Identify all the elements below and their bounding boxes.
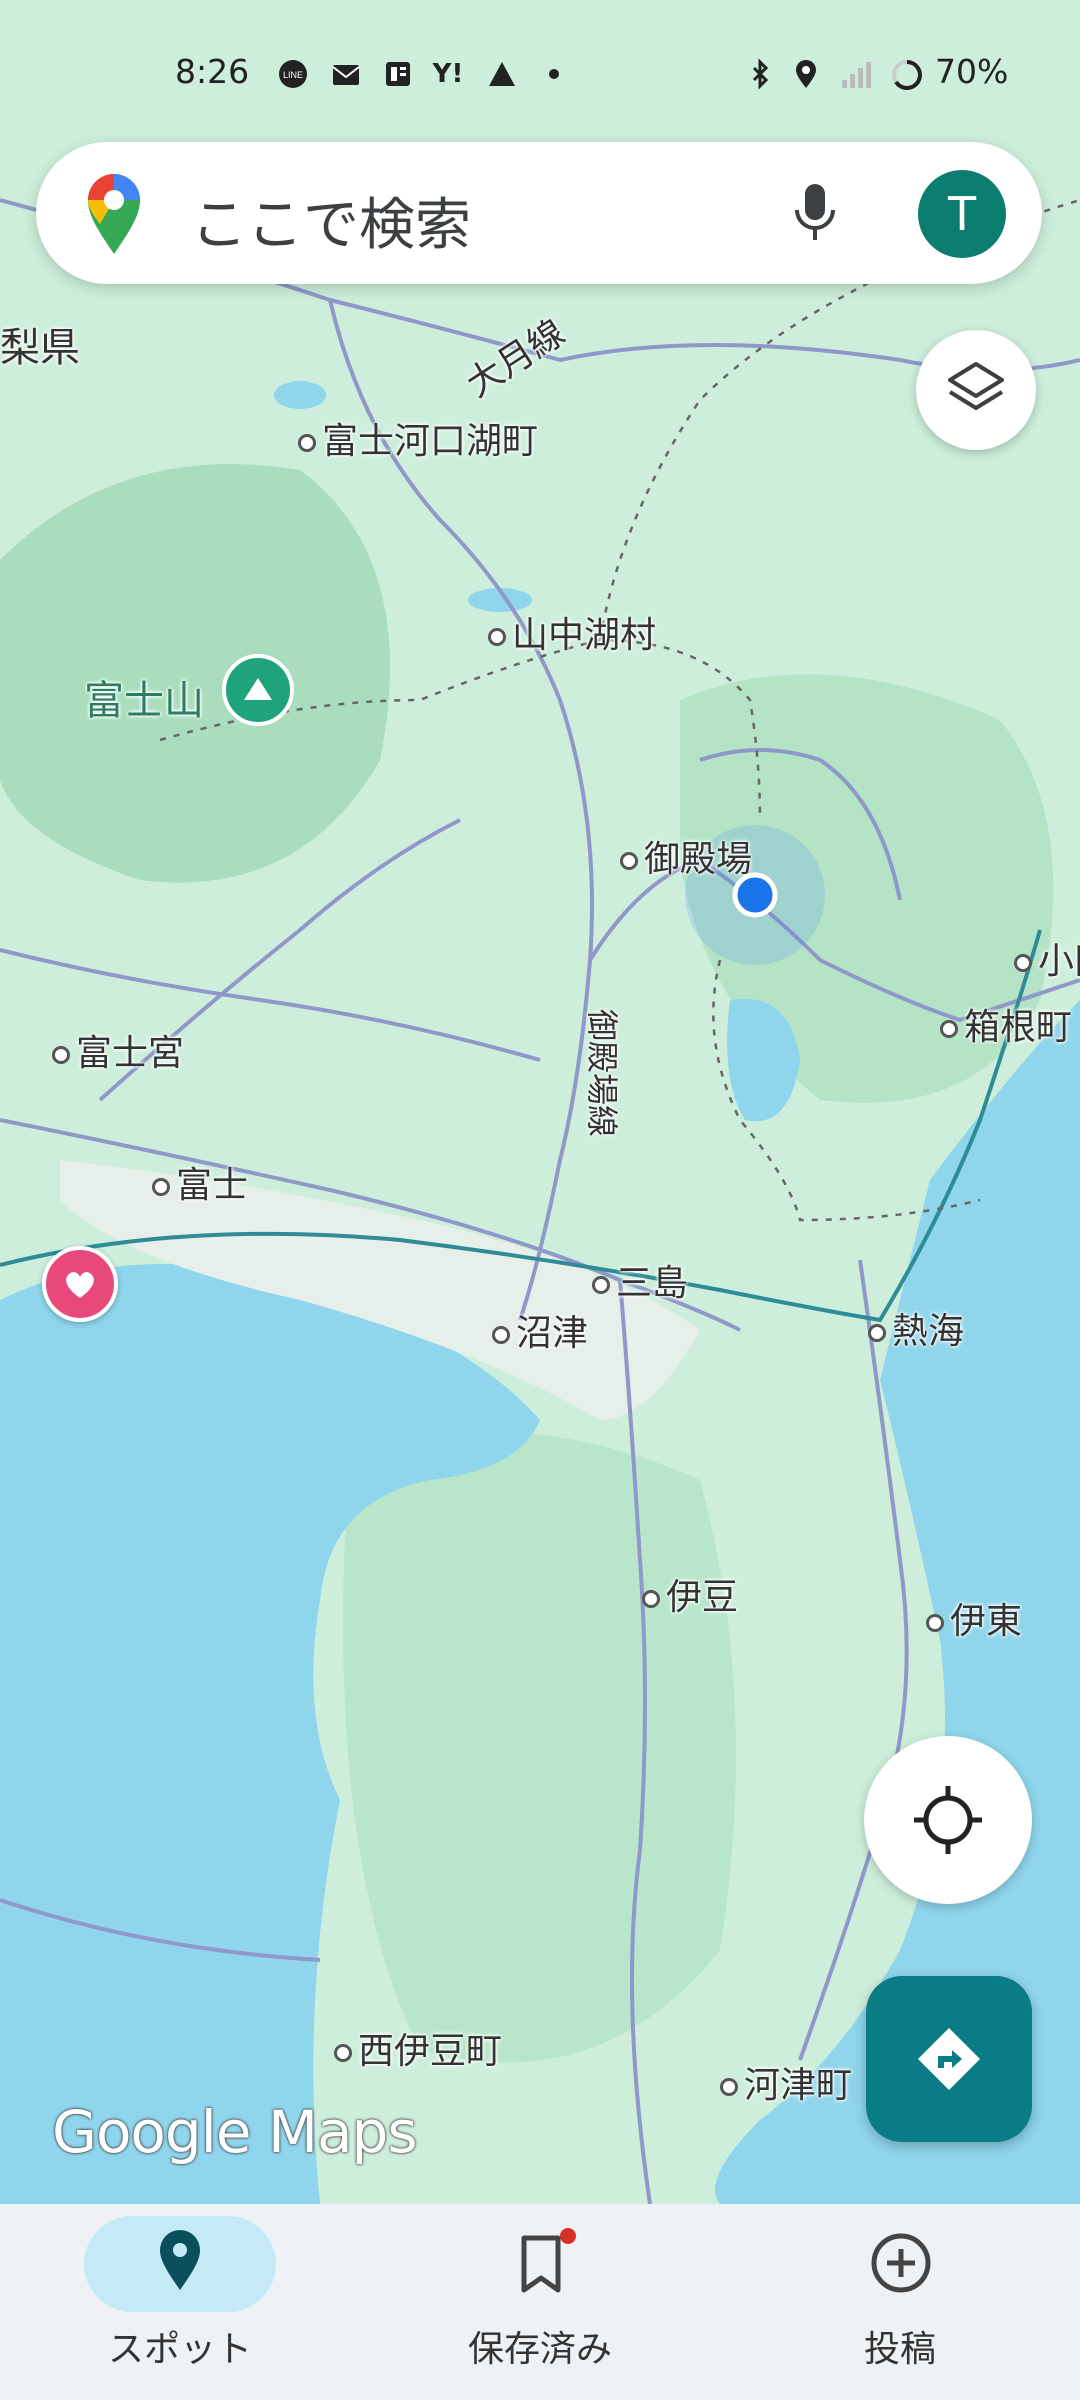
microphone-icon[interactable] <box>790 182 840 250</box>
place-fuji-san[interactable]: 富士山 <box>84 668 204 726</box>
place-yamanakako[interactable]: 山中湖村 <box>488 606 656 658</box>
place-fuji[interactable]: 富士 <box>152 1156 248 1208</box>
yahoo-icon: Y! <box>432 59 464 89</box>
triangle-icon <box>486 58 518 90</box>
place-dot <box>52 1046 70 1064</box>
place-dot <box>1014 954 1032 972</box>
place-kawazu[interactable]: 河津町 <box>720 2056 852 2108</box>
place-dot <box>720 2078 738 2096</box>
search-bar[interactable]: ここで検索 T <box>36 142 1042 284</box>
place-dot <box>620 852 638 870</box>
nav-item-spots[interactable]: スポット <box>0 2204 360 2400</box>
status-time: 8:26 <box>175 52 250 91</box>
battery-ring-icon <box>890 58 922 90</box>
mountain-icon[interactable] <box>222 654 294 726</box>
plus-circle-icon <box>870 2232 932 2298</box>
svg-text:LINE: LINE <box>283 70 303 80</box>
rail-label: 御殿場線 <box>583 1008 622 1138</box>
place-dot <box>152 1178 170 1196</box>
place-numazu[interactable]: 沼津 <box>492 1304 588 1356</box>
layers-button[interactable] <box>916 330 1036 450</box>
place-nishiizu[interactable]: 西伊豆町 <box>334 2022 502 2074</box>
directions-icon <box>916 2026 982 2096</box>
pin-icon <box>156 2230 204 2296</box>
place-dot <box>592 1276 610 1294</box>
nav-item-post[interactable]: 投稿 <box>720 2204 1080 2400</box>
place-dot <box>926 1614 944 1632</box>
place-hakone[interactable]: 箱根町 <box>940 998 1072 1050</box>
place-dot <box>334 2044 352 2062</box>
search-input[interactable]: ここで検索 <box>191 180 471 261</box>
bottom-nav: スポット 保存済み 投稿 <box>0 2204 1080 2400</box>
region-label: 梨県 <box>0 325 80 371</box>
nav-item-saved[interactable]: 保存済み <box>360 2204 720 2400</box>
saved-heart-icon[interactable] <box>42 1246 118 1322</box>
bluetooth-icon <box>744 58 776 90</box>
place-gotemba[interactable]: 御殿場 <box>620 830 752 882</box>
battery-percent: 70% <box>935 52 1009 91</box>
place-izu[interactable]: 伊豆 <box>642 1568 738 1620</box>
status-bar: 8:26 LINE Y! 70% <box>0 40 1080 110</box>
nav-label: スポット <box>107 2329 252 2370</box>
signal-icon <box>838 58 871 90</box>
nav-label: 投稿 <box>863 2329 936 2370</box>
layers-icon <box>946 358 1006 426</box>
bookmark-icon <box>516 2234 566 2298</box>
google-maps-logo: Google Maps <box>52 2098 418 2166</box>
place-dot <box>940 1020 958 1038</box>
place-dot <box>868 1324 886 1342</box>
location-icon <box>790 58 822 90</box>
nav-label: 保存済み <box>467 2329 612 2370</box>
place-atami[interactable]: 熱海 <box>868 1302 964 1354</box>
avatar[interactable]: T <box>918 170 1006 258</box>
news-icon <box>382 58 414 90</box>
place-odawara[interactable]: 小田 <box>1014 932 1080 984</box>
place-fujinomiya[interactable]: 富士宮 <box>52 1024 184 1076</box>
directions-button[interactable] <box>866 1976 1032 2142</box>
place-dot <box>298 434 316 452</box>
place-dot <box>492 1326 510 1344</box>
line-icon: LINE <box>277 58 309 90</box>
my-location-button[interactable] <box>864 1736 1032 1904</box>
place-dot <box>642 1590 660 1608</box>
place-mishima[interactable]: 三島 <box>592 1254 688 1306</box>
notification-badge <box>560 2228 576 2244</box>
place-ito[interactable]: 伊東 <box>926 1592 1022 1644</box>
dot-icon <box>538 58 570 90</box>
mail-icon <box>330 58 362 90</box>
crosshair-icon <box>912 1784 984 1860</box>
maps-pin-logo-icon <box>84 172 144 260</box>
place-dot <box>488 628 506 646</box>
place-kawaguchiko[interactable]: 富士河口湖町 <box>298 412 538 464</box>
